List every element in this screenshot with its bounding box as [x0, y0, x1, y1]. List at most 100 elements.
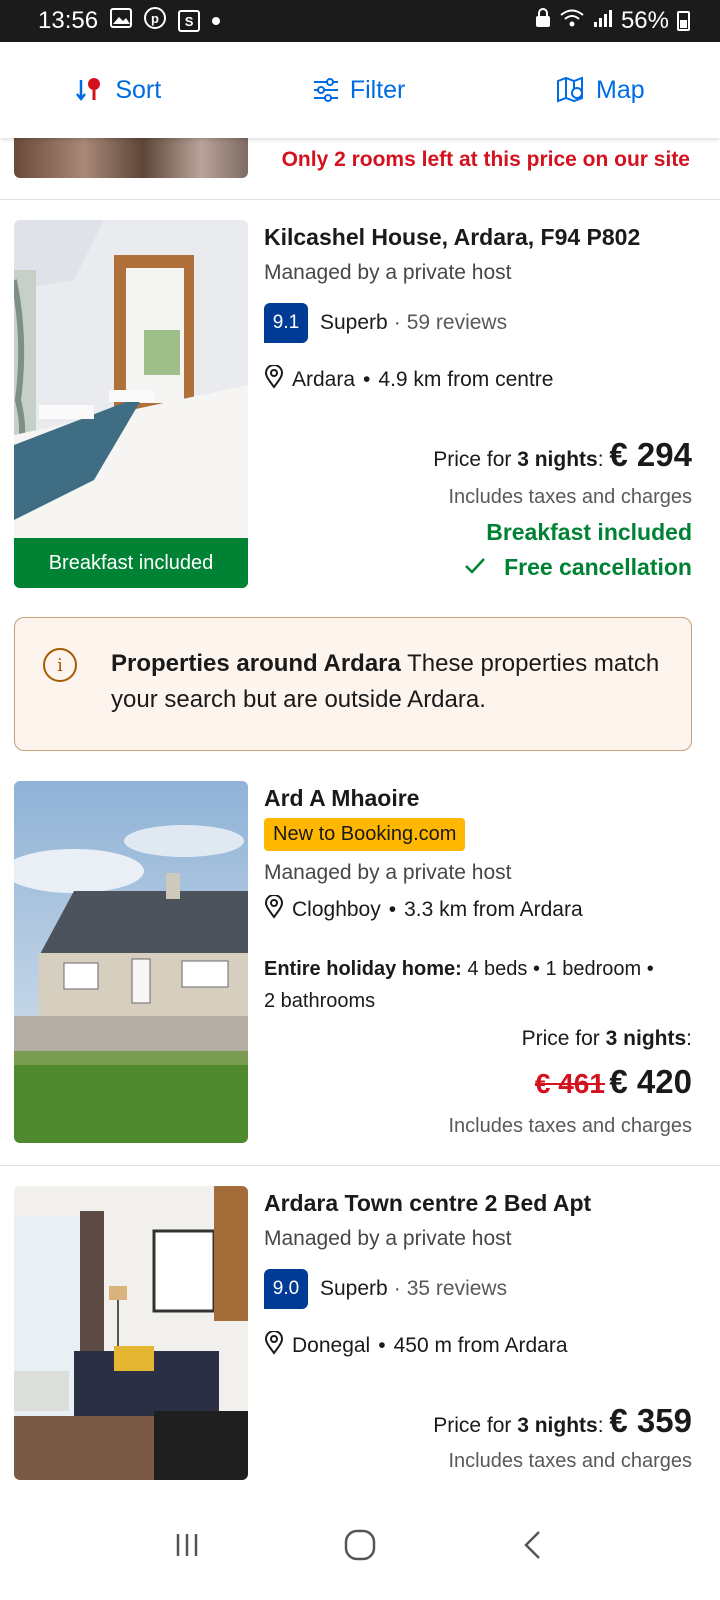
- price-colon: :: [597, 1414, 610, 1437]
- original-price: € 461: [534, 1068, 605, 1099]
- results-toolbar: Sort Filter Map: [0, 42, 720, 138]
- review-score-badge: 9.1: [264, 303, 308, 343]
- apartment-photo: [14, 1186, 248, 1480]
- svg-text:p: p: [151, 11, 159, 26]
- status-right: 56%: [535, 7, 690, 35]
- review-count: 59 reviews: [406, 311, 508, 334]
- banner-text: Properties around Ardara These propertie…: [111, 646, 661, 718]
- map-label: Map: [596, 75, 645, 104]
- location-name: Ardara: [292, 368, 356, 391]
- rooms-left-notice: Only 2 rooms left at this price on our s…: [281, 148, 690, 171]
- listing-photo[interactable]: Breakfast included: [14, 220, 248, 588]
- info-icon: i: [43, 648, 77, 682]
- nights-count: 3 nights: [517, 1414, 598, 1437]
- recent-apps-button[interactable]: [157, 1515, 217, 1575]
- review-separator: ·: [393, 311, 401, 334]
- map-button[interactable]: Map: [556, 76, 645, 105]
- s-notification-icon: S: [178, 10, 201, 32]
- sort-icon: [75, 76, 105, 104]
- price: € 420: [609, 1063, 692, 1100]
- breakfast-badge: Breakfast included: [14, 538, 248, 588]
- battery-percent: 56%: [620, 7, 669, 34]
- divider: [0, 1165, 720, 1166]
- distance: 450 m from Ardara: [393, 1334, 568, 1357]
- listing-title[interactable]: Kilcashel House, Ardara, F94 P802: [264, 224, 692, 251]
- home-button[interactable]: [330, 1515, 390, 1575]
- signal-icon: [593, 7, 613, 35]
- location-name: Cloghboy: [292, 898, 381, 921]
- review-count: 35 reviews: [406, 1277, 508, 1300]
- gallery-icon: [110, 7, 133, 35]
- lock-icon: [535, 7, 551, 35]
- nights-count: 3 nights: [605, 1027, 687, 1050]
- dot-separator: •: [388, 898, 397, 921]
- map-icon: [556, 76, 586, 104]
- previous-listing-fragment[interactable]: Only 2 rooms left at this price on our s…: [0, 138, 720, 200]
- bedroom-photo: [14, 220, 248, 588]
- price-colon: :: [686, 1027, 692, 1050]
- price-prefix: Price for: [433, 448, 518, 471]
- location-pin-icon: [264, 1330, 284, 1361]
- listing-photo[interactable]: [14, 781, 248, 1143]
- host-type: Managed by a private host: [264, 261, 512, 284]
- review-row: 9.1 Superb · 59 reviews: [264, 303, 692, 343]
- location-pin-icon: [264, 364, 284, 395]
- review-separator: ·: [393, 1277, 401, 1300]
- listing-photo[interactable]: [14, 1186, 248, 1480]
- back-button[interactable]: [503, 1515, 563, 1575]
- banner-title: Properties around Ardara: [111, 650, 401, 677]
- listing-card[interactable]: Breakfast included Kilcashel House, Arda…: [0, 200, 720, 610]
- status-time: 13:56: [38, 7, 99, 34]
- sort-button[interactable]: Sort: [75, 76, 161, 105]
- review-row: 9.0 Superb · 35 reviews: [264, 1269, 692, 1309]
- wifi-icon: [559, 7, 585, 35]
- home-icon: [344, 1529, 376, 1561]
- price: € 294: [609, 436, 692, 473]
- unit-details-line2: 2 bathrooms: [264, 990, 376, 1012]
- outside-area-banner: i Properties around Ardara These propert…: [14, 617, 692, 751]
- more-notifications-dot: [212, 17, 221, 25]
- listing-title[interactable]: Ard A Mhaoire: [264, 785, 692, 812]
- status-left: 13:56 p S: [38, 6, 535, 36]
- status-bar: 13:56 p S 56%: [0, 0, 720, 42]
- cottage-photo: [14, 781, 248, 1143]
- distance: 4.9 km from centre: [378, 368, 554, 391]
- listing-card[interactable]: Ard A Mhaoire New to Booking.com Managed…: [0, 765, 720, 1165]
- filter-label: Filter: [349, 75, 406, 104]
- back-icon: [524, 1531, 541, 1559]
- unit-details-line1: 4 beds • 1 bedroom •: [467, 958, 654, 980]
- price-prefix: Price for: [433, 1414, 518, 1437]
- price-colon: :: [597, 448, 610, 471]
- listing-title[interactable]: Ardara Town centre 2 Bed Apt: [264, 1190, 692, 1217]
- taxes-note: Includes taxes and charges: [448, 1115, 693, 1137]
- free-cancellation-label: Free cancellation: [504, 554, 692, 580]
- price-block: Price for 3 nights: € 359 Includes taxes…: [433, 1402, 692, 1473]
- location-pin-icon: [264, 894, 284, 925]
- system-nav-bar: [0, 1490, 720, 1600]
- new-to-booking-badge: New to Booking.com: [264, 818, 466, 851]
- location-row: Donegal • 450 m from Ardara: [264, 1330, 692, 1361]
- taxes-note: Includes taxes and charges: [448, 1450, 693, 1472]
- sort-label: Sort: [115, 75, 162, 104]
- filter-icon: [312, 77, 340, 103]
- listing-card[interactable]: Ardara Town centre 2 Bed Apt Managed by …: [0, 1170, 720, 1490]
- taxes-note: Includes taxes and charges: [448, 486, 693, 508]
- recent-apps-icon: [176, 1534, 197, 1556]
- location-row: Ardara • 4.9 km from centre: [264, 364, 692, 395]
- price-block: Price for 3 nights: € 294 Includes taxes…: [433, 436, 692, 581]
- unit-details: Entire holiday home: 4 beds • 1 bedroom …: [264, 953, 692, 1017]
- location-name: Donegal: [292, 1334, 371, 1357]
- host-type: Managed by a private host: [264, 1227, 512, 1250]
- distance: 3.3 km from Ardara: [404, 898, 583, 921]
- filter-button[interactable]: Filter: [312, 75, 406, 105]
- breakfast-included: Breakfast included: [486, 519, 692, 545]
- pinterest-icon: p: [144, 6, 167, 36]
- nights-count: 3 nights: [517, 448, 598, 471]
- review-score-badge: 9.0: [264, 1269, 308, 1309]
- price-block: Price for 3 nights: € 461 € 420 Includes…: [449, 1027, 693, 1138]
- previous-listing-photo[interactable]: [14, 138, 248, 178]
- price: € 359: [609, 1402, 692, 1439]
- free-cancellation: Free cancellation: [433, 554, 692, 581]
- dot-separator: •: [378, 1334, 386, 1357]
- dot-separator: •: [363, 368, 371, 391]
